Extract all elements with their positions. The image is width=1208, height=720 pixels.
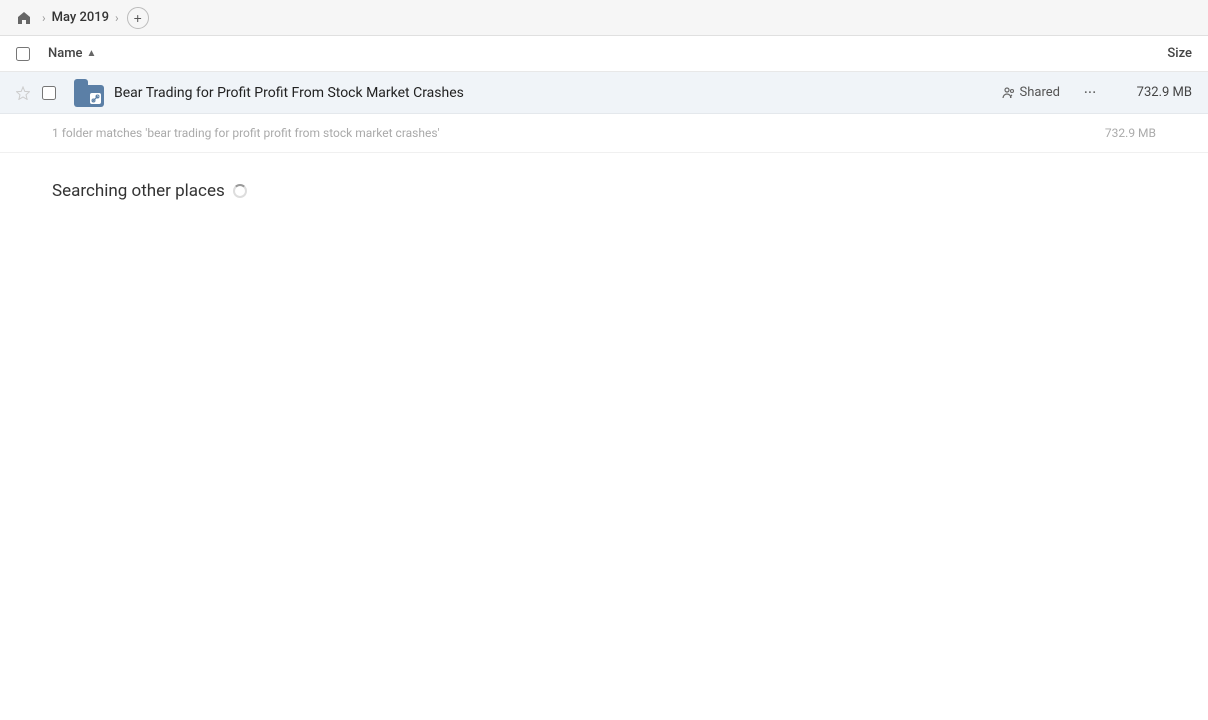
name-column-header[interactable]: Name ▲ — [48, 46, 1092, 61]
select-all-input[interactable] — [16, 47, 30, 61]
shared-label: Shared — [1020, 85, 1060, 100]
select-all-checkbox[interactable] — [16, 47, 40, 61]
name-column-label: Name — [48, 46, 83, 61]
match-summary-row: 1 folder matches 'bear trading for profi… — [0, 114, 1208, 153]
row-checkbox-input[interactable] — [42, 86, 56, 100]
row-checkbox[interactable] — [42, 86, 66, 100]
more-options-button[interactable]: ··· — [1076, 79, 1104, 107]
add-tab-button[interactable]: + — [127, 7, 149, 29]
sort-arrow-icon: ▲ — [87, 48, 97, 59]
breadcrumb-chevron-1: › — [42, 11, 46, 25]
searching-title: Searching other places — [52, 181, 1156, 201]
more-dots-icon: ··· — [1084, 83, 1097, 102]
folder-body — [74, 85, 104, 107]
folder-tab — [74, 79, 88, 85]
home-button[interactable] — [12, 6, 36, 30]
file-name: Bear Trading for Profit Profit From Stoc… — [114, 85, 1002, 101]
column-header-row: Name ▲ Size — [0, 36, 1208, 72]
searching-label: Searching other places — [52, 181, 225, 201]
shared-badge: Shared — [1002, 85, 1060, 100]
breadcrumb-bar: › May 2019 › + — [0, 0, 1208, 36]
searching-section: Searching other places — [0, 153, 1208, 229]
match-summary-text: 1 folder matches 'bear trading for profi… — [52, 126, 440, 140]
file-row[interactable]: Bear Trading for Profit Profit From Stoc… — [0, 72, 1208, 114]
size-column-header[interactable]: Size — [1092, 46, 1192, 61]
file-size: 732.9 MB — [1112, 85, 1192, 100]
breadcrumb-title[interactable]: May 2019 — [52, 10, 109, 25]
folder-icon — [74, 77, 106, 109]
loading-spinner — [233, 184, 247, 198]
breadcrumb-chevron-2: › — [115, 11, 119, 25]
star-button[interactable] — [16, 86, 36, 100]
match-summary-size: 732.9 MB — [1105, 126, 1156, 140]
